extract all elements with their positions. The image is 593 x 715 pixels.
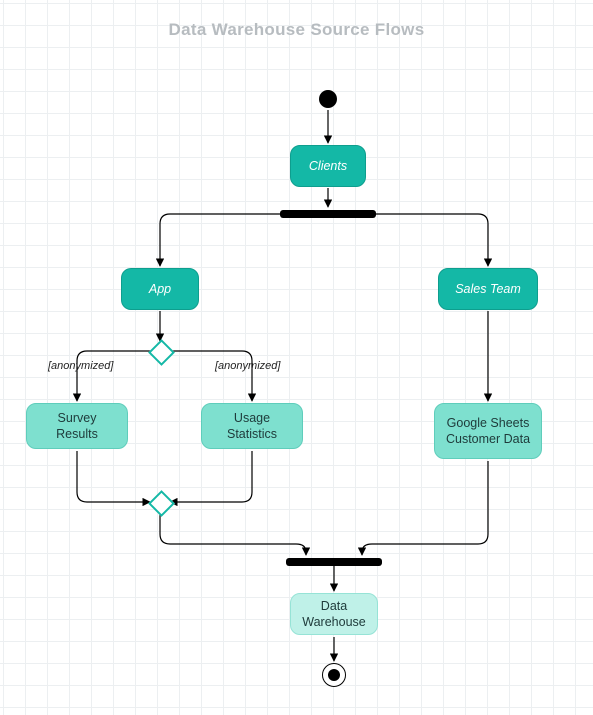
- node-app: App: [121, 268, 199, 310]
- decision-diamond: [148, 339, 175, 366]
- node-survey-results: Survey Results: [26, 403, 128, 449]
- node-usage-statistics: Usage Statistics: [201, 403, 303, 449]
- join-bar: [286, 558, 382, 566]
- start-node: [319, 90, 337, 108]
- node-google-sheets: Google Sheets Customer Data: [434, 403, 542, 459]
- edge-label-anonymized-right: [anonymized]: [215, 360, 280, 372]
- node-sales-team: Sales Team: [438, 268, 538, 310]
- diagram-title: Data Warehouse Source Flows: [0, 20, 593, 40]
- merge-diamond: [148, 490, 175, 517]
- edge-label-anonymized-left: [anonymized]: [48, 360, 113, 372]
- end-node: [322, 663, 346, 687]
- fork-bar: [280, 210, 376, 218]
- node-data-warehouse: Data Warehouse: [290, 593, 378, 635]
- node-clients: Clients: [290, 145, 366, 187]
- diagram-canvas: Data Warehouse Source Flows: [0, 0, 593, 715]
